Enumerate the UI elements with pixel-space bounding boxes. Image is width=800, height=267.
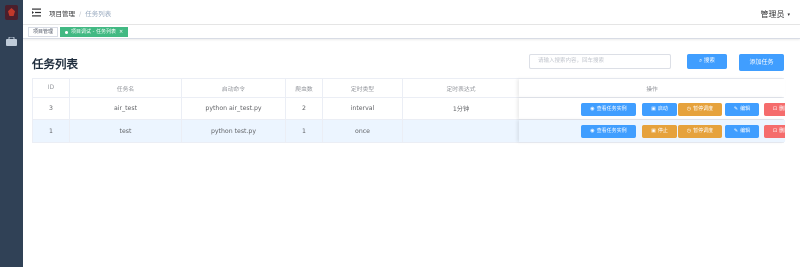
header-command: 启动命令	[182, 79, 286, 97]
cell-ops: ◉查看任务实例 ▣启动 ◷暂停调度 ✎编辑 ⊡删除	[519, 98, 785, 119]
cell-id: 1	[33, 120, 70, 142]
tags-view: 项目管理 项目调试 - 任务列表 ×	[23, 25, 800, 39]
view-label: 查看任务实例	[596, 106, 627, 112]
header-name: 任务名	[70, 79, 182, 97]
search-button[interactable]: ⌕ 搜索	[687, 54, 727, 69]
clock-icon: ◷	[686, 128, 692, 134]
search-button-label: 搜索	[703, 58, 715, 64]
task-table: ID 任务名 启动命令 爬虫数 定时类型 定时表达式 L 操作 3 air_te…	[32, 78, 785, 143]
stop-label: 停止	[657, 128, 668, 134]
search-input[interactable]: 请输入搜索内容，回车搜索	[529, 54, 671, 69]
delete-button[interactable]: ⊡删除	[764, 103, 785, 116]
eye-icon: ◉	[590, 128, 595, 134]
edit-button[interactable]: ✎ 编辑	[725, 103, 759, 116]
edit-button[interactable]: ✎ 编辑	[725, 125, 759, 138]
trash-icon: ⊡	[772, 106, 778, 112]
trash-icon: ⊡	[772, 128, 778, 134]
start-label: 启动	[657, 106, 668, 112]
dashboard-icon[interactable]	[6, 37, 17, 46]
cell-type: once	[323, 120, 403, 142]
pause-schedule-button[interactable]: ◷ 暂停调度	[678, 103, 722, 116]
eye-icon: ◉	[590, 106, 595, 112]
table-row[interactable]: 3 air_test python air_test.py 2 interval…	[33, 98, 785, 120]
cell-command: python air_test.py	[182, 98, 286, 119]
header-expr: 定时表达式	[403, 79, 520, 97]
cell-expr: 1分钟	[403, 98, 520, 119]
cell-name: test	[70, 120, 182, 142]
stop-button[interactable]: ▣ 停止	[642, 125, 677, 138]
play-icon: ▣	[651, 106, 656, 112]
tag-label: 项目调试 - 任务列表	[71, 29, 116, 35]
stop-icon: ▣	[651, 128, 656, 134]
view-instances-button[interactable]: ◉ 查看任务实例	[581, 103, 636, 116]
edit-label: 编辑	[740, 106, 751, 112]
page-title: 任务列表	[32, 57, 78, 71]
tag-task-list[interactable]: 项目调试 - 任务列表 ×	[60, 27, 129, 37]
breadcrumb-item-project[interactable]: 项目管理	[49, 10, 75, 18]
cell-expr	[403, 120, 520, 142]
user-name: 管理员	[760, 10, 785, 19]
sidebar	[0, 0, 23, 267]
delete-label: 删除	[779, 128, 785, 134]
header-id: ID	[33, 79, 70, 97]
breadcrumb-separator: /	[79, 10, 82, 18]
header-ops: 操作	[519, 79, 785, 97]
delete-label: 删除	[779, 106, 785, 112]
pause-label: 暂停调度	[693, 128, 714, 134]
edit-icon: ✎	[733, 128, 739, 134]
header-spiders: 爬虫数	[286, 79, 323, 97]
tag-project-manage[interactable]: 项目管理	[28, 27, 59, 37]
delete-button[interactable]: ⊡删除	[764, 125, 785, 138]
edit-icon: ✎	[733, 106, 739, 112]
pause-schedule-button[interactable]: ◷ 暂停调度	[678, 125, 722, 138]
close-icon[interactable]: ×	[119, 29, 123, 35]
breadcrumb-item-current: 任务列表	[85, 10, 112, 18]
search-icon: ⌕	[699, 58, 703, 64]
cell-name: air_test	[70, 98, 182, 119]
hamburger-icon[interactable]	[32, 8, 41, 17]
view-instances-button[interactable]: ◉ 查看任务实例	[581, 125, 636, 138]
clock-icon: ◷	[686, 106, 692, 112]
edit-label: 编辑	[740, 128, 751, 134]
pause-label: 暂停调度	[693, 106, 714, 112]
logo[interactable]	[5, 5, 18, 20]
table-header: ID 任务名 启动命令 爬虫数 定时类型 定时表达式 L 操作	[33, 79, 785, 98]
cell-type: interval	[323, 98, 403, 119]
cell-command: python test.py	[182, 120, 286, 142]
start-button[interactable]: ▣ 启动	[642, 103, 677, 116]
cell-spiders: 2	[286, 98, 323, 119]
add-task-button[interactable]: 添加任务	[739, 54, 784, 71]
table-row[interactable]: 1 test python test.py 1 once ◉ 查看任务实例 ▣ 停止…	[33, 120, 785, 142]
user-menu[interactable]: 管理员 ▾	[760, 9, 790, 20]
header-type: 定时类型	[323, 79, 403, 97]
cell-ops: ◉查看任务实例 ▣停止 ◷暂停调度 ✎编辑 ⊡删除	[519, 120, 785, 142]
cell-spiders: 1	[286, 120, 323, 142]
view-label: 查看任务实例	[596, 128, 627, 134]
breadcrumb: 项目管理 / 任务列表	[49, 8, 111, 18]
caret-down-icon: ▾	[787, 11, 790, 18]
cell-id: 3	[33, 98, 70, 119]
navbar: 项目管理 / 任务列表 管理员 ▾	[23, 0, 800, 25]
